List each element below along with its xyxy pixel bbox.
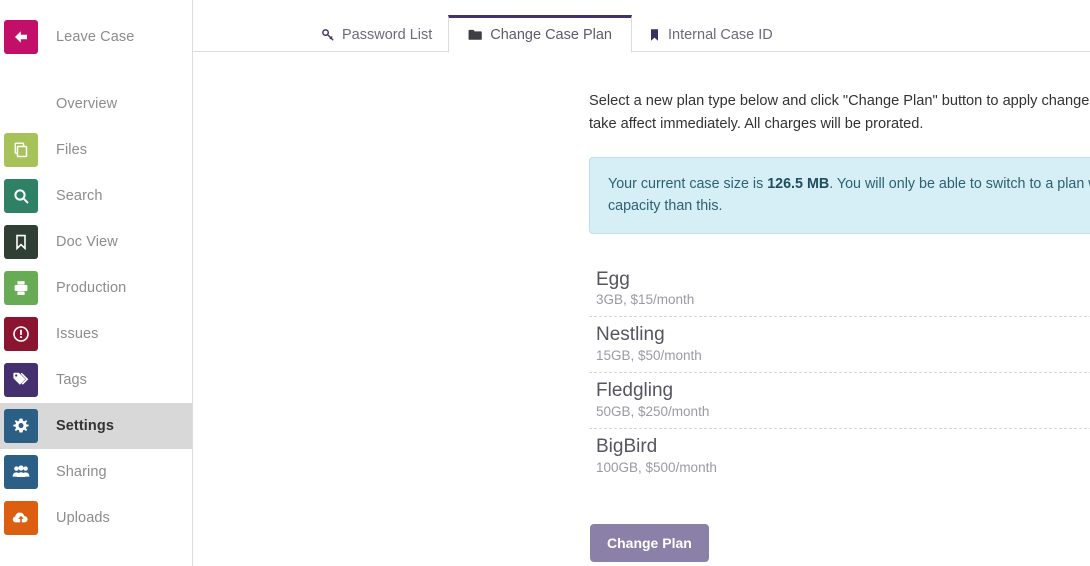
plan-option-nestling[interactable]: Nestling 15GB, $50/month (589, 317, 1090, 374)
files-icon (4, 133, 38, 167)
sidebar-item-label: Tags (56, 372, 88, 388)
sidebar-item-label: Settings (56, 418, 114, 434)
plan-name: Fledgling (596, 380, 674, 402)
sidebar-item-search[interactable]: Search (0, 173, 192, 219)
sidebar-item-sharing[interactable]: Sharing (0, 449, 192, 495)
alert-case-size: 126.5 MB (767, 176, 830, 193)
tab-label: Internal Case ID (668, 27, 773, 43)
plan-option-bigbird[interactable]: BigBird 100GB, $500/month (589, 429, 1090, 484)
folder-icon (468, 28, 483, 42)
sidebar-item-settings[interactable]: Settings (0, 403, 192, 449)
sidebar-item-overview[interactable]: Overview (0, 81, 192, 127)
sidebar-item-label: Sharing (56, 464, 107, 480)
tab-change-case-plan[interactable]: Change Case Plan (448, 15, 632, 53)
arrow-left-icon (4, 20, 38, 54)
sidebar-item-leave-case[interactable]: Leave Case (0, 14, 192, 60)
tab-label: Password List (342, 27, 433, 43)
sidebar-item-label: Issues (56, 326, 99, 342)
plan-list: Egg 3GB, $15/month Nestling 15GB, $50/mo… (589, 262, 1090, 484)
sidebar-item-tags[interactable]: Tags (0, 357, 192, 403)
magnifier-icon (4, 179, 38, 213)
sidebar-item-label: Doc View (56, 234, 118, 250)
plan-option-egg[interactable]: Egg 3GB, $15/month (589, 262, 1090, 318)
instructions-text: Select a new plan type below and click "… (589, 93, 1090, 132)
sidebar: Leave Case Overview Files Search Doc Vie… (0, 0, 193, 566)
main-panel: Password List Change Case Plan Internal … (193, 0, 1090, 566)
users-icon (4, 455, 38, 489)
sidebar-item-label: Overview (56, 96, 118, 112)
app-root: Leave Case Overview Files Search Doc Vie… (0, 0, 1090, 566)
sidebar-item-label: Files (56, 142, 88, 158)
sidebar-item-label: Search (56, 188, 103, 204)
plan-meta: 15GB, $50/month (596, 348, 702, 364)
plan-option-fledgling[interactable]: Fledgling 50GB, $250/month (589, 373, 1090, 429)
bookmark-icon (4, 225, 38, 259)
alert-circle-icon (4, 317, 38, 351)
tab-label: Change Case Plan (490, 27, 612, 43)
sidebar-item-files[interactable]: Files (0, 127, 192, 173)
sidebar-item-doc-view[interactable]: Doc View (0, 219, 192, 265)
gear-icon (4, 409, 38, 443)
printer-icon (4, 271, 38, 305)
alert-prefix: Your current case size is (608, 176, 768, 193)
key-icon (321, 28, 335, 42)
plan-meta: 100GB, $500/month (596, 459, 717, 475)
bookmark-icon (648, 28, 661, 42)
change-plan-button[interactable]: Change Plan (590, 523, 709, 562)
tag-icon (4, 363, 38, 397)
plan-meta: 3GB, $15/month (596, 292, 695, 308)
sidebar-item-label: Production (56, 280, 127, 296)
tab-internal-case-id[interactable]: Internal Case ID (632, 18, 789, 52)
action-row: Change Plan (589, 523, 1090, 562)
sidebar-item-label: Uploads (56, 510, 110, 526)
plan-name: Egg (596, 268, 630, 290)
plan-meta: 50GB, $250/month (596, 403, 710, 419)
plan-name: Nestling (596, 324, 665, 346)
cloud-upload-icon (4, 501, 38, 535)
tab-password-list[interactable]: Password List (305, 18, 448, 52)
case-size-alert: Your current case size is 126.5 MB. You … (589, 157, 1090, 234)
sidebar-item-label: Leave Case (56, 29, 135, 45)
sidebar-item-uploads[interactable]: Uploads (0, 495, 192, 541)
plan-name: BigBird (596, 435, 658, 457)
tab-bar: Password List Change Case Plan Internal … (193, 0, 1090, 53)
sidebar-item-issues[interactable]: Issues (0, 311, 192, 357)
content-area: Select a new plan type below and click "… (193, 52, 1090, 562)
sidebar-item-production[interactable]: Production (0, 265, 192, 311)
eye-icon (4, 87, 38, 121)
